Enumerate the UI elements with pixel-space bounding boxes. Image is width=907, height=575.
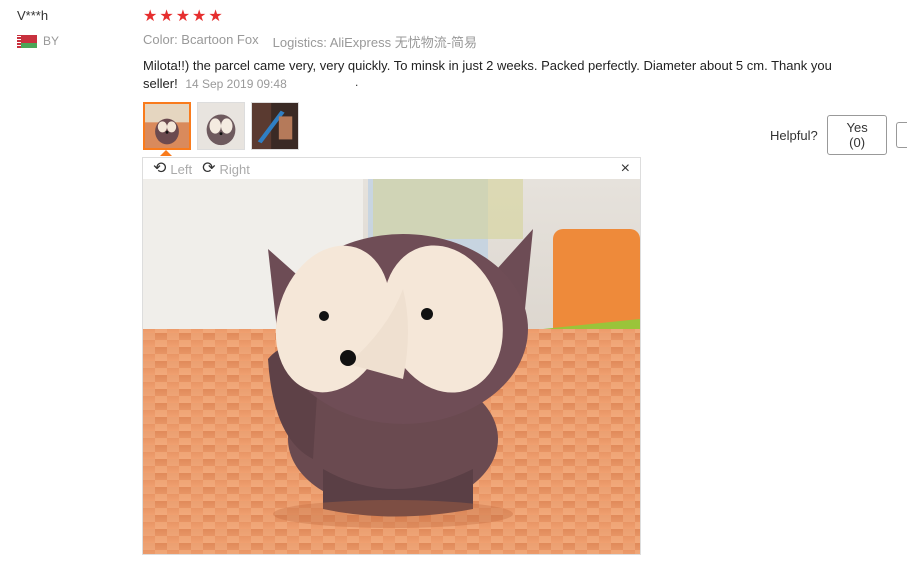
photo-thumbnail-1[interactable]: [143, 102, 191, 150]
order-meta: Color: Bcartoon Fox Logistics: AliExpres…: [143, 32, 477, 51]
country-code: BY: [43, 34, 60, 48]
helpful-no-button[interactable]: [896, 122, 907, 148]
rotate-left-icon: ⟲: [153, 160, 167, 177]
star-icon: ★: [175, 8, 191, 25]
helpful-yes-button[interactable]: Yes (0): [826, 115, 888, 155]
color-info: Color: Bcartoon Fox: [143, 32, 259, 47]
rotate-left-label: Left: [170, 161, 193, 177]
star-icon: ★: [192, 8, 207, 25]
rotate-right-label: Right: [219, 161, 250, 177]
rotate-left-button[interactable]: ⟲ Left: [153, 161, 192, 177]
close-icon[interactable]: ×: [621, 160, 630, 178]
photo-viewer: ⟲ Left ⟳ Right ×: [142, 157, 641, 555]
review-photo: [143, 179, 640, 554]
reviewer-name: V***h: [17, 8, 49, 23]
star-rating: ★ ★ ★ ★ ★: [143, 8, 223, 26]
reviewer-country: BY: [17, 34, 59, 48]
review-body: Milota!!) the parcel came very, very qui…: [143, 57, 863, 93]
photo-thumbnail-3[interactable]: [251, 102, 299, 150]
trailing-mark: .: [355, 75, 359, 89]
viewer-toolbar: ⟲ Left ⟳ Right ×: [143, 158, 640, 180]
rotate-right-icon: ⟳: [202, 160, 216, 177]
helpful-label: Helpful?: [770, 127, 818, 143]
rotate-right-button[interactable]: ⟳ Right: [202, 161, 250, 177]
helpful-vote: Helpful? Yes (0): [770, 115, 907, 155]
belarus-flag-icon: [17, 34, 37, 48]
photo-thumbnails: [143, 102, 299, 150]
logistics-info: Logistics: AliExpress 无忧物流-简易: [272, 35, 478, 50]
photo-thumbnail-2[interactable]: [197, 102, 245, 150]
review-date: 14 Sep 2019 09:48: [185, 77, 287, 91]
active-thumbnail-pointer: [160, 150, 172, 156]
star-icon: ★: [143, 8, 158, 25]
star-icon: ★: [159, 8, 174, 25]
star-icon: ★: [208, 8, 223, 25]
